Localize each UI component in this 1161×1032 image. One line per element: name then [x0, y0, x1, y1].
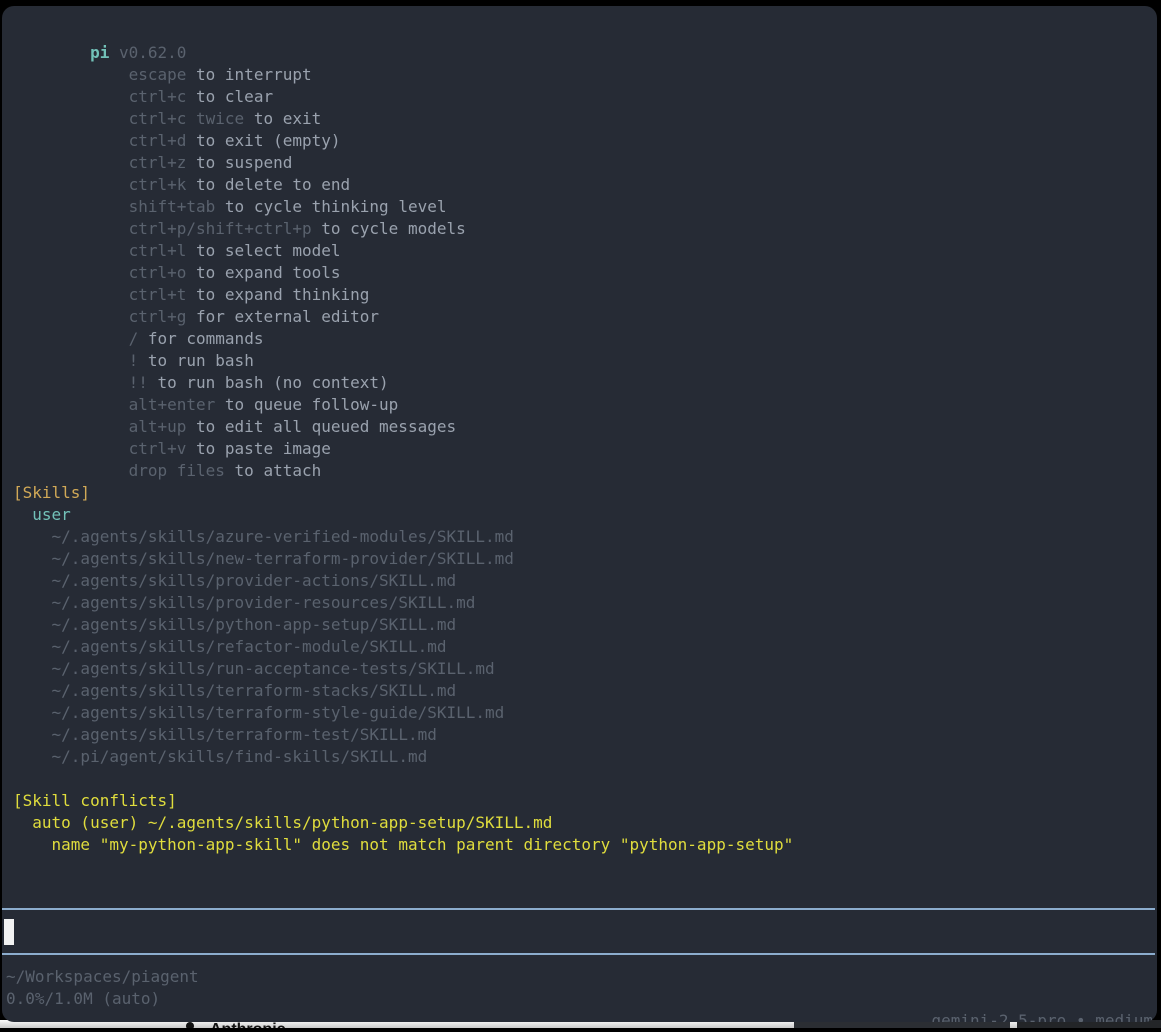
skill-path: ~/.agents/skills/provider-resources/SKIL…: [13, 592, 1153, 614]
model-name: gemini-2.5-pro: [931, 1011, 1066, 1022]
skill-path: ~/.agents/skills/python-app-setup/SKILL.…: [13, 614, 1153, 636]
shortcut-key: escape: [129, 65, 187, 84]
shortcut-key: drop files: [129, 461, 225, 480]
shortcut-description: to run bash (no context): [157, 373, 388, 392]
shortcut-description: to clear: [196, 87, 273, 106]
shortcut-key: ctrl+k: [129, 175, 187, 194]
shortcut-key: ctrl+o: [129, 263, 187, 282]
shortcut-description: to cycle thinking level: [225, 197, 447, 216]
shortcut-key: alt+enter: [129, 395, 216, 414]
terminal-output: piv0.62.0 escapeto interrupt ctrl+cto cl…: [13, 20, 1153, 856]
skill-path: ~/.agents/skills/azure-verified-modules/…: [13, 526, 1153, 548]
shortcut-description: to interrupt: [196, 65, 312, 84]
shortcut-key: ctrl+l: [129, 241, 187, 260]
thinking-level: medium: [1095, 1011, 1153, 1022]
shortcut-key: ctrl+c: [129, 87, 187, 106]
model-indicator: gemini-2.5-pro•medium: [835, 988, 1153, 1010]
shortcut-description: to edit all queued messages: [196, 417, 456, 436]
shortcut-key: ctrl+t: [129, 285, 187, 304]
skill-path-text: ~/.agents/skills/python-app-setup/SKILL.…: [52, 615, 457, 634]
skill-path: ~/.agents/skills/refactor-module/SKILL.m…: [13, 636, 1153, 658]
shortcut-description: to select model: [196, 241, 341, 260]
skill-path-text: ~/.agents/skills/terraform-style-guide/S…: [52, 703, 505, 722]
skill-path-text: ~/.pi/agent/skills/find-skills/SKILL.md: [52, 747, 428, 766]
skill-path-text: ~/.agents/skills/refactor-module/SKILL.m…: [52, 637, 447, 656]
app-version: v0.62.0: [119, 43, 186, 62]
shortcut-description: to expand tools: [196, 263, 341, 282]
skill-path: ~/.agents/skills/provider-actions/SKILL.…: [13, 570, 1153, 592]
shortcut-description: to expand thinking: [196, 285, 369, 304]
skill-path: ~/.agents/skills/run-acceptance-tests/SK…: [13, 658, 1153, 680]
shortcut-key: !: [129, 351, 139, 370]
shortcut-description: to exit: [254, 109, 321, 128]
skill-path-text: ~/.agents/skills/new-terraform-provider/…: [52, 549, 514, 568]
skill-path: ~/.agents/skills/terraform-test/SKILL.md: [13, 724, 1153, 746]
skill-path: ~/.agents/skills/terraform-stacks/SKILL.…: [13, 680, 1153, 702]
skill-path-text: ~/.agents/skills/azure-verified-modules/…: [52, 527, 514, 546]
shortcut-description: to suspend: [196, 153, 292, 172]
skill-path-text: ~/.agents/skills/provider-actions/SKILL.…: [52, 571, 457, 590]
status-row: 0.0%/1.0M (auto) gemini-2.5-pro•medium: [6, 988, 1153, 1010]
skill-path-text: ~/.agents/skills/terraform-stacks/SKILL.…: [52, 681, 457, 700]
shortcut-key: ctrl+p/shift+ctrl+p: [129, 219, 312, 238]
shortcut-description: to paste image: [196, 439, 331, 458]
shortcut-key: ctrl+z: [129, 153, 187, 172]
skill-conflict-detail: name "my-python-app-skill" does not matc…: [13, 834, 1153, 856]
skill-path: ~/.agents/skills/new-terraform-provider/…: [13, 548, 1153, 570]
skill-conflicts-header: [Skill conflicts]: [13, 790, 1153, 812]
app-name: pi: [90, 43, 109, 62]
skill-path-text: ~/.agents/skills/provider-resources/SKIL…: [52, 593, 476, 612]
shortcut-description: to cycle models: [321, 219, 466, 238]
shortcut-description: to attach: [235, 461, 322, 480]
skill-path: ~/.pi/agent/skills/find-skills/SKILL.md: [13, 746, 1153, 768]
skill-path-text: ~/.agents/skills/terraform-test/SKILL.md: [52, 725, 437, 744]
workspace-path: ~/Workspaces/piagent: [6, 966, 1153, 988]
shortcut-key: /: [129, 329, 139, 348]
skills-path-list: ~/.agents/skills/azure-verified-modules/…: [13, 526, 1153, 768]
shortcut-description: for external editor: [196, 307, 379, 326]
shortcut-key: ctrl+v: [129, 439, 187, 458]
context-usage: 0.0%/1.0M (auto): [6, 988, 160, 1010]
shortcut-description: to exit (empty): [196, 131, 341, 150]
skill-path-text: ~/.agents/skills/run-acceptance-tests/SK…: [52, 659, 495, 678]
shortcuts-list: escape to interrupt ctrl+c to clear ctrl+c…: [13, 42, 1153, 460]
skill-path: ~/.agents/skills/terraform-style-guide/S…: [13, 702, 1153, 724]
shortcut-description: to run bash: [148, 351, 254, 370]
prompt-input[interactable]: [2, 908, 1155, 955]
shortcut-key: !!: [129, 373, 148, 392]
app-header: piv0.62.0: [13, 20, 1153, 42]
shortcut-key: ctrl+g: [129, 307, 187, 326]
skills-header: [Skills]: [13, 482, 1153, 504]
shortcut-description: to queue follow-up: [225, 395, 398, 414]
blank-line: [13, 768, 1153, 790]
shortcut-key: ctrl+d: [129, 131, 187, 150]
text-cursor: [4, 919, 14, 945]
screen: Anthropic piv0.62.0 escapeto interrupt c…: [0, 0, 1161, 1032]
separator-dot-icon: •: [1076, 1011, 1086, 1022]
skill-conflict-entry: auto (user) ~/.agents/skills/python-app-…: [13, 812, 1153, 834]
shortcut-description: for commands: [148, 329, 264, 348]
status-bar: ~/Workspaces/piagent 0.0%/1.0M (auto) ge…: [6, 966, 1153, 1010]
shortcut-description: to delete to end: [196, 175, 350, 194]
screen-edge: [0, 1028, 1161, 1032]
shortcut-key: ctrl+c twice: [129, 109, 245, 128]
shortcut-key: shift+tab: [129, 197, 216, 216]
terminal-window: piv0.62.0 escapeto interrupt ctrl+cto cl…: [2, 6, 1157, 1022]
shortcut-key: alt+up: [129, 417, 187, 436]
skills-source: user: [13, 504, 1153, 526]
